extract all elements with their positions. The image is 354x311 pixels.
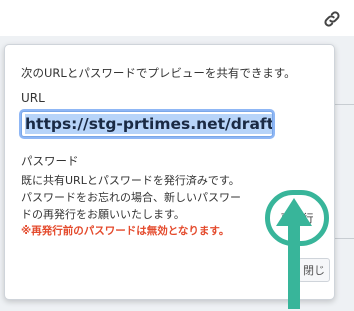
intro-text: 次のURLとパスワードでプレビューを共有できます。 [21, 66, 296, 80]
password-line: 既に共有URLとパスワードを発行済みです。 [21, 174, 240, 187]
arrow-up-icon [276, 198, 312, 309]
password-line: パスワードをお忘れの場合、新しいパスワー [21, 191, 241, 204]
password-warning: ※再発行前のパスワードは無効となります。 [21, 225, 230, 237]
password-label: パスワード [21, 154, 79, 168]
link-icon[interactable] [322, 9, 342, 29]
url-value[interactable]: https://stg-prtimes.net/draft/ [25, 114, 272, 134]
url-label: URL [21, 91, 45, 105]
divider [333, 238, 354, 239]
password-description: 既に共有URLとパスワードを発行済みです。 パスワードをお忘れの場合、新しいパス… [21, 172, 301, 240]
header-bar [0, 0, 354, 37]
divider [333, 104, 354, 105]
url-field[interactable]: https://stg-prtimes.net/draft/ [21, 111, 273, 137]
password-line: ドの再発行をお願いいたします。 [21, 208, 185, 221]
